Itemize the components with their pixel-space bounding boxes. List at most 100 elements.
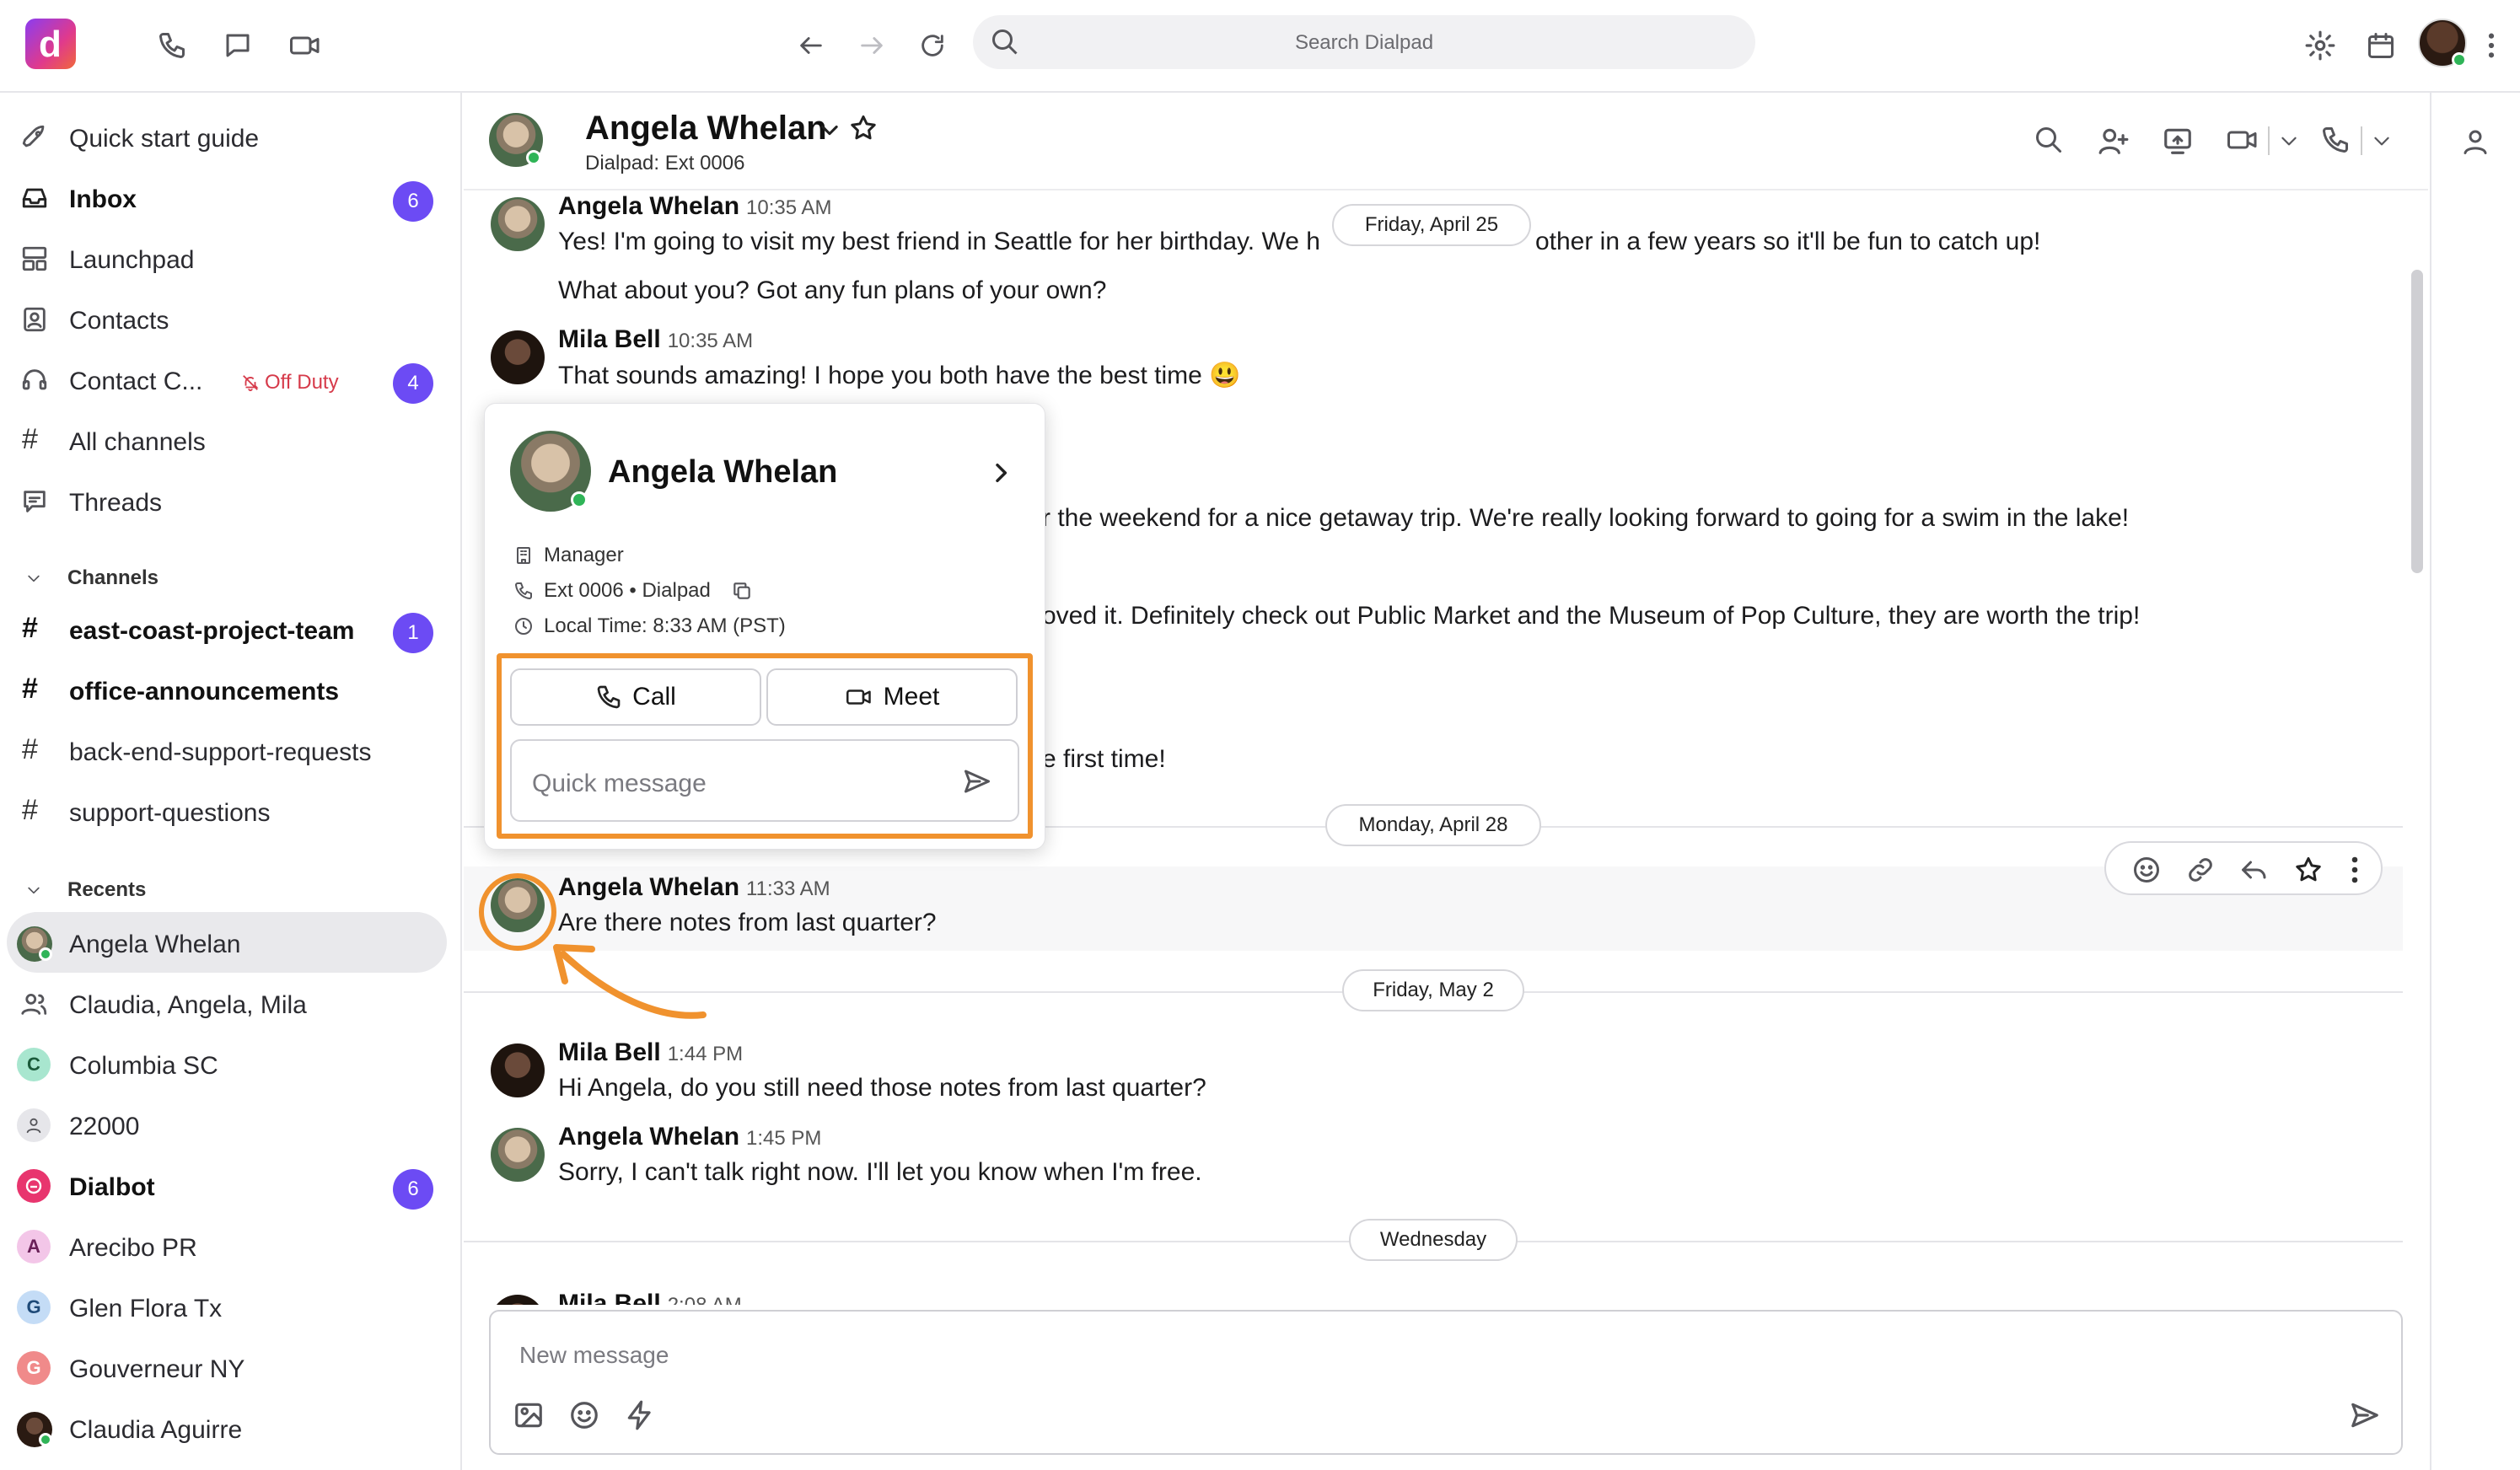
star-icon[interactable] [848, 113, 879, 143]
conversation-header: Angela Whelan Dialpad: Ext 0006 [464, 93, 2428, 190]
online-indicator [571, 491, 588, 508]
hash-icon: # [22, 612, 38, 644]
gear-icon[interactable] [2298, 24, 2342, 67]
right-rail [2430, 93, 2520, 1470]
person-icon[interactable] [2460, 126, 2490, 157]
search-placeholder: Search Dialpad [1294, 31, 1434, 54]
avatar[interactable] [491, 197, 545, 251]
avatar[interactable] [491, 1043, 545, 1097]
chevron-down-icon[interactable] [2278, 130, 2300, 152]
call-button[interactable]: Call [510, 668, 761, 726]
launchpad-icon [22, 246, 47, 271]
recent-columbia-sc[interactable]: C Columbia SC [0, 1033, 462, 1094]
send-icon[interactable] [2349, 1399, 2381, 1431]
sidebar-item-all-channels[interactable]: # All channels [0, 410, 462, 470]
video-icon[interactable] [283, 24, 327, 67]
scrollbar[interactable] [2411, 270, 2423, 573]
sidebar-item-quick-start[interactable]: Quick start guide [0, 106, 462, 167]
star-icon[interactable] [2293, 855, 2324, 885]
contact-local-time: Local Time: 8:33 AM (PST) [513, 614, 786, 638]
reply-icon[interactable] [2239, 855, 2270, 885]
bell-off-icon [243, 375, 259, 392]
search-icon[interactable] [2034, 125, 2064, 155]
person-icon [17, 1108, 51, 1142]
avatar[interactable] [491, 330, 545, 384]
send-icon[interactable] [962, 766, 992, 797]
add-person-icon[interactable] [2098, 125, 2130, 157]
avatar[interactable] [491, 1295, 545, 1305]
video-icon[interactable] [2226, 125, 2259, 155]
online-indicator [39, 947, 52, 961]
date-divider: Friday, May 2 [1342, 969, 1524, 1011]
chevron-right-icon[interactable] [987, 459, 1014, 486]
divider [2361, 126, 2362, 155]
copy-icon[interactable] [731, 580, 753, 602]
date-divider: Wednesday [1349, 1219, 1518, 1261]
search-input[interactable]: Search Dialpad [973, 15, 1755, 69]
avatar-initial: G [17, 1290, 51, 1324]
contact-card-popover: Angela Whelan Manager Ext 0006 • Dialpad… [484, 403, 1045, 850]
recent-22000[interactable]: 22000 [0, 1094, 462, 1155]
inbox-badge: 6 [393, 181, 433, 222]
channel-badge: 1 [393, 613, 433, 653]
divider [2268, 126, 2270, 155]
recent-angela-whelan[interactable]: Angela Whelan [7, 912, 447, 973]
building-icon [517, 547, 530, 564]
recent-group-chat[interactable]: Claudia, Angela, Mila [0, 973, 462, 1033]
contact-card-name: Angela Whelan [608, 454, 838, 490]
sidebar-item-inbox[interactable]: Inbox 6 [0, 167, 462, 228]
recent-dialbot[interactable]: Dialbot 6 [0, 1155, 462, 1215]
recent-gouverneur-ny[interactable]: G Gouverneur NY [0, 1337, 462, 1398]
quick-message-input[interactable]: Quick message [510, 739, 1019, 822]
message-composer[interactable]: New message [489, 1310, 2403, 1455]
recent-arecibo-pr[interactable]: A Arecibo PR [0, 1215, 462, 1276]
sidebar-item-contacts[interactable]: Contacts [0, 288, 462, 349]
message-text: e first time! [1042, 745, 1166, 773]
meet-button[interactable]: Meet [766, 668, 1018, 726]
dialpad-logo[interactable]: d [25, 19, 76, 69]
group-icon [21, 993, 47, 1015]
image-icon[interactable] [513, 1399, 545, 1431]
video-icon [846, 689, 871, 705]
avatar[interactable] [491, 1128, 545, 1182]
recents-section-header[interactable]: Recents [25, 878, 146, 902]
phone-icon[interactable] [2320, 125, 2351, 155]
phone-icon[interactable] [150, 24, 194, 67]
emoji-icon[interactable] [2131, 855, 2162, 885]
conversation-title[interactable]: Angela Whelan [585, 110, 827, 148]
recent-claudia-aguirre[interactable]: Claudia Aguirre [0, 1398, 462, 1458]
back-arrow-icon[interactable] [789, 24, 833, 67]
channel-support-questions[interactable]: # support-questions [0, 781, 462, 841]
chevron-down-icon[interactable] [818, 118, 841, 142]
channel-office-announcements[interactable]: # office-announcements [0, 659, 462, 720]
emoji-icon[interactable] [568, 1399, 600, 1431]
lightning-icon[interactable] [624, 1399, 656, 1431]
hash-icon: # [22, 794, 38, 826]
date-divider: Monday, April 28 [1325, 804, 1541, 846]
screen-share-icon[interactable] [2162, 125, 2194, 157]
sidebar-item-launchpad[interactable]: Launchpad [0, 228, 462, 288]
contact-center-badge: 4 [393, 363, 433, 404]
forward-arrow-icon[interactable] [850, 24, 894, 67]
annotation-arrow-icon [553, 944, 707, 1019]
link-icon[interactable] [2185, 855, 2216, 885]
chevron-down-icon [28, 575, 40, 582]
top-bar: d Search Dialpad [0, 0, 2520, 93]
channel-back-end-support-requests[interactable]: # back-end-support-requests [0, 720, 462, 781]
online-indicator [526, 150, 541, 165]
more-vertical-icon[interactable] [2351, 855, 2359, 885]
channels-section-header[interactable]: Channels [25, 566, 159, 590]
chat-icon[interactable] [216, 24, 260, 67]
sidebar: Quick start guide Inbox 6 Launchpad Cont… [0, 93, 462, 1470]
recent-glen-flora-tx[interactable]: G Glen Flora Tx [0, 1276, 462, 1337]
chevron-down-icon[interactable] [2371, 130, 2393, 152]
sidebar-item-threads[interactable]: Threads [0, 470, 462, 531]
clock-icon [515, 618, 532, 635]
inbox-icon [22, 188, 47, 208]
calendar-icon[interactable] [2359, 24, 2403, 67]
refresh-icon[interactable] [911, 24, 954, 67]
channel-east-coast-project-team[interactable]: # east-coast-project-team 1 [0, 598, 462, 659]
off-duty-status[interactable]: Off Duty [241, 371, 339, 394]
sidebar-item-contact-center[interactable]: Contact C... Off Duty 4 [0, 349, 462, 410]
more-vertical-icon[interactable] [2479, 24, 2504, 67]
